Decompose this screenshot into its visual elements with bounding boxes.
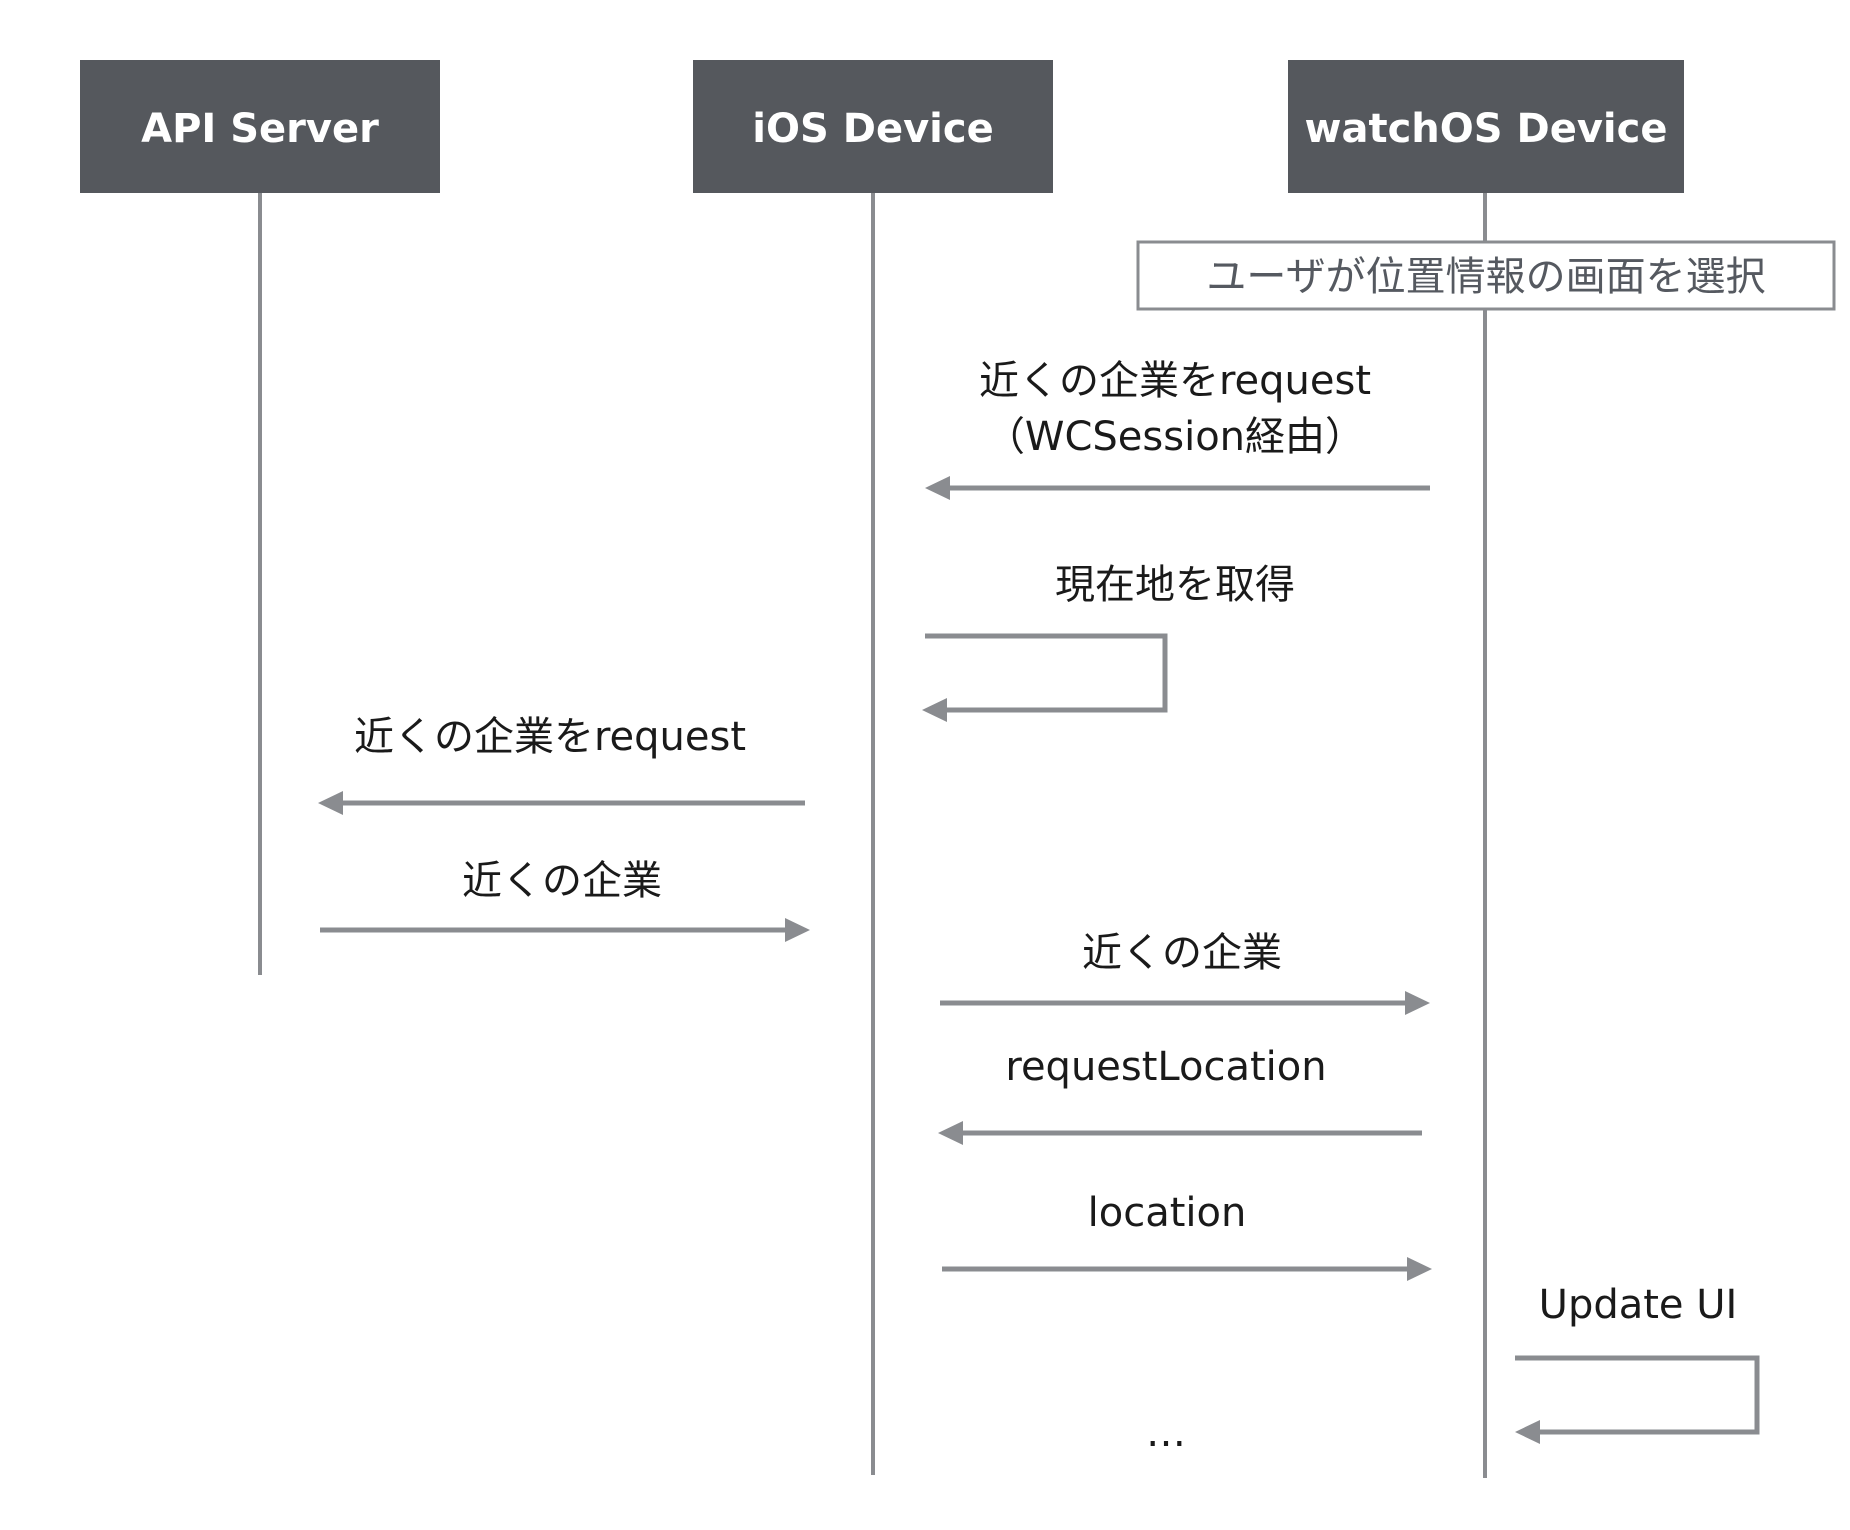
- message-label-line2: （WCSession経由）: [985, 414, 1365, 460]
- arrowhead-right: [1407, 1257, 1432, 1281]
- message-request-location: requestLocation: [938, 1044, 1422, 1145]
- note-user-selects-location-screen: ユーザが位置情報の画面を選択: [1136, 240, 1836, 311]
- message-label: Update UI: [1539, 1282, 1738, 1328]
- arrowhead-right: [1405, 991, 1430, 1015]
- message-label: 近くの企業: [1082, 930, 1282, 976]
- message-nearby-companies-to-watch: 近くの企業: [940, 930, 1430, 1015]
- message-label: 現在地を取得: [1055, 562, 1295, 608]
- message-request-via-wcsession: 近くの企業をrequest （WCSession経由）: [925, 358, 1430, 500]
- arrowhead-right: [785, 918, 810, 942]
- note-text: ユーザが位置情報の画面を選択: [1206, 254, 1765, 300]
- self-loop-line: [925, 633, 1168, 713]
- arrowhead-left: [1515, 1420, 1540, 1444]
- message-location: location: [942, 1190, 1432, 1281]
- message-nearby-companies-to-ios: 近くの企業: [320, 858, 810, 942]
- participant-label: API Server: [141, 106, 379, 152]
- arrowhead-left: [922, 698, 947, 722]
- sequence-diagram: API Server iOS Device watchOS Device ユーザ…: [80, 60, 1836, 1478]
- arrowhead-left: [318, 791, 343, 815]
- message-label: requestLocation: [1005, 1044, 1326, 1090]
- participant-label: watchOS Device: [1305, 106, 1668, 152]
- message-get-current-location: 現在地を取得: [922, 562, 1295, 722]
- self-loop-line: [1515, 1355, 1760, 1435]
- participant-ios-device: iOS Device: [693, 60, 1053, 193]
- message-label: 近くの企業をrequest: [979, 358, 1371, 404]
- message-update-ui: Update UI: [1515, 1282, 1760, 1444]
- participant-label: iOS Device: [752, 106, 993, 152]
- arrowhead-left: [938, 1121, 963, 1145]
- message-label: 近くの企業: [462, 858, 662, 904]
- continuation-ellipsis: …: [1146, 1410, 1186, 1456]
- participant-api-server: API Server: [80, 60, 440, 193]
- message-request-to-api: 近くの企業をrequest: [318, 714, 805, 815]
- message-label: location: [1088, 1190, 1247, 1236]
- message-label: 近くの企業をrequest: [354, 714, 746, 760]
- participant-watchos-device: watchOS Device: [1288, 60, 1684, 193]
- arrowhead-left: [925, 476, 950, 500]
